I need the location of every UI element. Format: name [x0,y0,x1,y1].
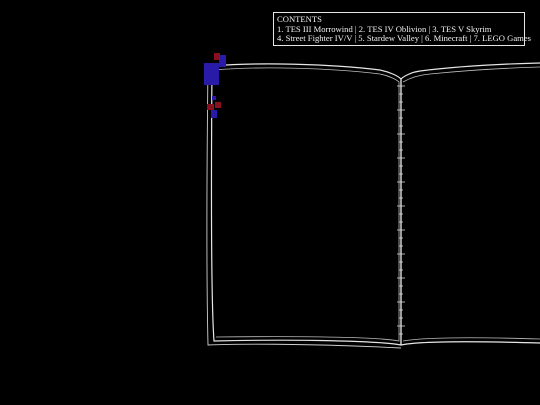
left-edge-outline [206,65,402,349]
left-page-inner-outline [213,67,400,342]
bookmark-tab-red-mid2[interactable] [215,102,221,108]
contents-line-2[interactable]: 4. Street Fighter IV/V | 5. Stardew Vall… [277,34,531,44]
right-page-inner-outline [402,66,540,342]
bookmark-cluster [204,53,226,118]
bookmark-tab-blue-low[interactable] [211,110,217,118]
bookmark-tab-blue-small[interactable] [219,55,226,67]
bookmark-tab-blue-large[interactable] [204,63,219,85]
left-page-outline [210,63,402,346]
book-canvas [204,53,540,349]
bookmark-tab-red-top[interactable] [214,53,220,60]
right-page-outline [400,62,540,346]
contents-panel: CONTENTS 1. TES III Morrowind | 2. TES I… [273,12,531,46]
bookmark-tab-blue-dot[interactable] [212,96,216,100]
bookmark-tab-red-mid[interactable] [207,104,214,110]
